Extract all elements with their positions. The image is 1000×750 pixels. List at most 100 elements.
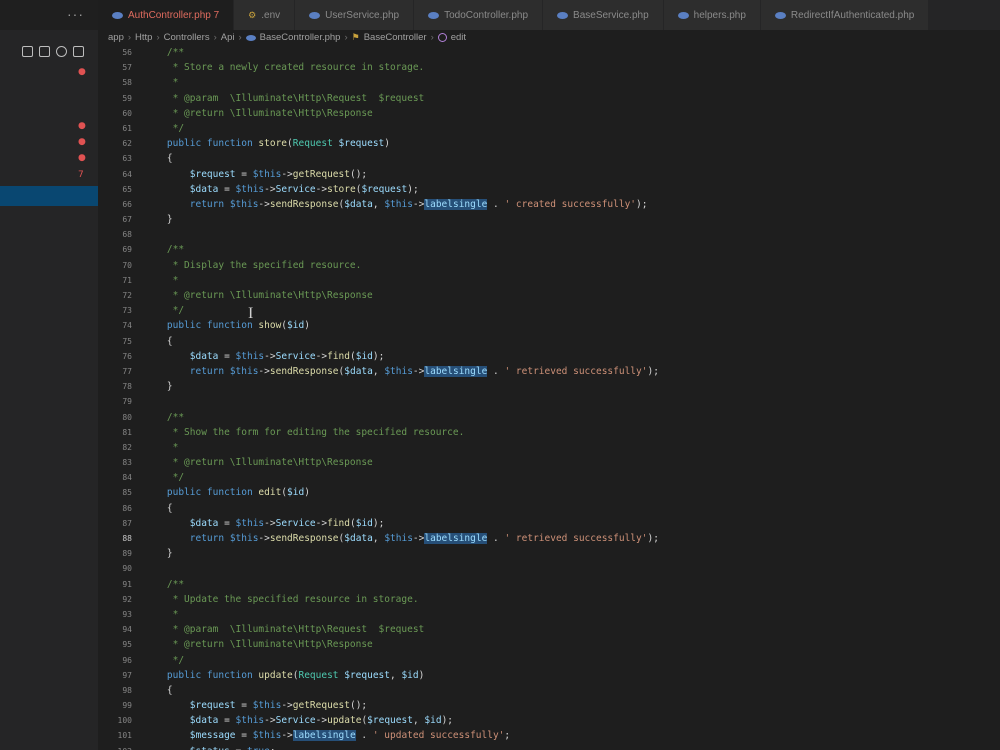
breadcrumb-item[interactable]: Controllers [164,32,210,43]
code-line[interactable]: } [144,379,1000,394]
code-token: $id [355,350,373,362]
code-token: ); [647,533,659,544]
code-line[interactable]: */ [144,653,1000,668]
code-line[interactable]: * Show the form for editing the specifie… [144,425,1000,440]
code-line[interactable] [144,394,1000,409]
code-editor[interactable]: 56 57 58 59 60 61 62 63 64 65 66 67 68 69 70 71 72 73 74 75… [98,45,1000,750]
code-line[interactable] [144,227,1000,242]
code-line[interactable]: $message = $this->labelsingle . ' update… [144,728,1000,743]
code-line[interactable]: * @return \Illuminate\Http\Response [144,288,1000,303]
collapse-all-icon[interactable] [73,46,84,57]
code-token: find [327,517,350,529]
code-token: $request [338,138,385,150]
code-token: true [247,746,270,750]
line-number: 76 [122,351,132,361]
code-token: update [327,715,362,727]
new-file-icon[interactable] [22,46,33,57]
code-token: ); [647,365,659,377]
code-line[interactable]: * @return \Illuminate\Http\Response [144,455,1000,470]
breadcrumb-item[interactable]: BaseController [364,32,427,43]
code-line[interactable]: { [144,151,1000,166]
breadcrumb-item[interactable]: Api [221,32,235,43]
code-line[interactable]: { [144,683,1000,698]
code-line[interactable]: $data = $this->Service->update($request,… [144,713,1000,728]
code-token: /** [144,578,185,590]
code-line[interactable]: * @return \Illuminate\Http\Response [144,637,1000,652]
code-line[interactable] [144,561,1000,576]
code-token: $id [287,320,305,332]
tab-3[interactable]: TodoController.php [414,0,544,30]
code-line[interactable]: * [144,273,1000,288]
tab-1[interactable]: ⚙ .env [234,0,296,30]
code-line[interactable]: * [144,440,1000,455]
code-line[interactable]: $data = $this->Service->store($request); [144,182,1000,197]
code-token: $this [229,533,259,544]
code-token: getRequest [292,168,350,180]
code-token: = [218,350,236,362]
tab-2[interactable]: UserService.php [295,0,415,30]
code-line[interactable]: */ [144,303,1000,318]
code-line[interactable]: { [144,501,1000,516]
tab-6[interactable]: RedirectIfAuthenticated.php [760,0,930,30]
code-line[interactable]: /** [144,577,1000,592]
code-token: Request [292,138,339,150]
php-file-icon [557,11,569,19]
tab-5[interactable]: helpers.php [663,0,761,30]
code-line[interactable]: public function update(Request $request,… [144,668,1000,683]
code-line[interactable]: * @return \Illuminate\Http\Response [144,106,1000,121]
code-line[interactable]: * Update the specified resource in stora… [144,592,1000,607]
code-line[interactable]: $request = $this->getRequest(); [144,167,1000,182]
code-line[interactable]: } [144,212,1000,227]
code-line[interactable]: * [144,607,1000,622]
more-actions-icon[interactable]: ··· [67,6,84,22]
code-line[interactable]: * Store a newly created resource in stor… [144,60,1000,75]
code-token: . [355,730,373,742]
line-number: 95 [122,640,132,650]
code-line[interactable]: * @param \Illuminate\Http\Request $reque… [144,91,1000,106]
code-line[interactable]: public function store(Request $request) [144,136,1000,151]
line-number: 101 [117,731,132,741]
breadcrumb-item[interactable]: BaseController.php [260,32,341,43]
code-token: * @return \Illuminate\Http\Response [144,639,373,651]
code-line[interactable]: $data = $this->Service->find($id); [144,516,1000,531]
code-area[interactable]: /** * Store a newly created resource in … [144,45,1000,750]
refresh-icon[interactable] [56,46,67,57]
code-token: labelsingle [424,198,488,210]
code-line[interactable]: $request = $this->getRequest(); [144,698,1000,713]
code-token: . [487,365,505,377]
code-line[interactable]: public function edit($id) [144,485,1000,500]
code-line[interactable]: */ [144,121,1000,136]
tab-label: RedirectIfAuthenticated.php [790,9,915,21]
line-number: 72 [122,291,132,300]
code-line[interactable]: $status = true; [144,744,1000,750]
breadcrumb-item[interactable]: edit [451,32,466,43]
code-line[interactable]: return $this->sendResponse($data, $this-… [144,531,1000,546]
selected-file-item[interactable] [0,186,98,206]
code-line[interactable]: $data = $this->Service->find($id); [144,349,1000,364]
code-token: -> [264,183,276,195]
breadcrumb-item[interactable]: Http [135,32,152,43]
code-token: */ [144,472,185,484]
tab-0[interactable]: AuthController.php 7 [98,0,235,30]
code-line[interactable]: * @param \Illuminate\Http\Request $reque… [144,622,1000,637]
new-folder-icon[interactable] [39,46,50,57]
code-line[interactable]: * [144,75,1000,90]
code-line[interactable]: return $this->sendResponse($data, $this-… [144,197,1000,212]
code-line[interactable]: public function show($id) [144,318,1000,333]
tab-4[interactable]: BaseService.php [543,0,664,30]
line-number: 63 [122,154,132,164]
code-line[interactable]: */ [144,470,1000,485]
code-line[interactable]: /** [144,45,1000,60]
code-line[interactable]: /** [144,242,1000,257]
breadcrumb-item[interactable]: app [108,32,124,43]
code-line[interactable]: } [144,546,1000,561]
code-token: $data [344,533,373,544]
code-line[interactable]: /** [144,410,1000,425]
code-line[interactable]: * Display the specified resource. [144,258,1000,273]
code-line[interactable]: return $this->sendResponse($data, $this-… [144,364,1000,379]
code-line[interactable]: { [144,334,1000,349]
